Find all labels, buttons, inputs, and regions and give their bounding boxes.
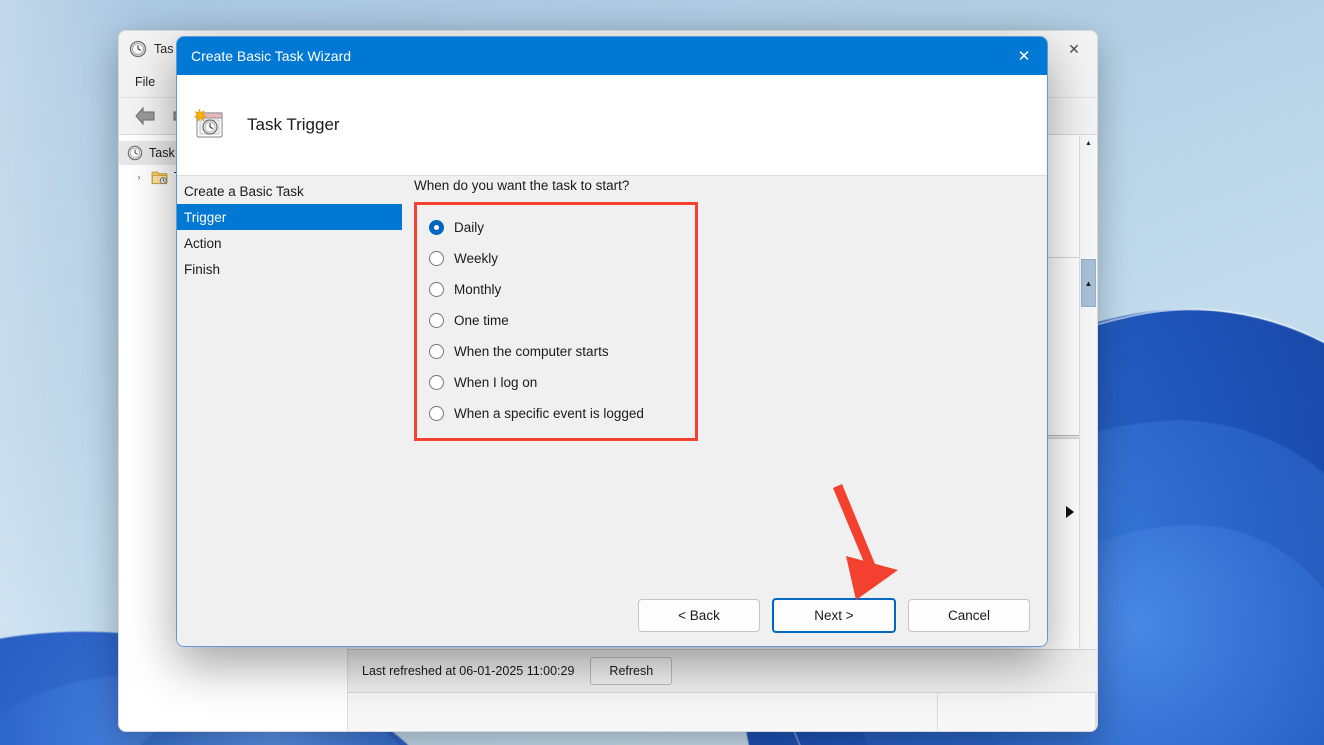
radio-label: When a specific event is logged <box>454 406 644 421</box>
wizard-step-create-a-basic-task[interactable]: Create a Basic Task <box>177 178 402 204</box>
wizard-page-title: Task Trigger <box>247 115 340 135</box>
radio-label: Daily <box>454 220 484 235</box>
last-refreshed-text: Last refreshed at 06-01-2025 11:00:29 <box>362 664 574 678</box>
cancel-button[interactable]: Cancel <box>908 599 1030 632</box>
radio-label: Weekly <box>454 251 498 266</box>
radio-label: When I log on <box>454 375 537 390</box>
scroll-up-button[interactable]: ▲ <box>1080 135 1097 152</box>
wizard-titlebar: Create Basic Task Wizard ✕ <box>177 37 1047 75</box>
chevron-right-icon[interactable]: › <box>133 172 145 182</box>
tree-item-root-label: Task <box>149 146 175 160</box>
trigger-options-group[interactable]: Daily Weekly Monthly One time When the c… <box>414 202 698 441</box>
back-button[interactable]: < Back <box>638 599 760 632</box>
wizard-main-pane: When do you want the task to start? Dail… <box>402 176 1047 584</box>
radio-label: When the computer starts <box>454 344 609 359</box>
refresh-button[interactable]: Refresh <box>590 657 672 685</box>
clock-icon <box>129 40 147 58</box>
radio-indicator[interactable] <box>429 251 444 266</box>
radio-indicator[interactable] <box>429 344 444 359</box>
radio-indicator[interactable] <box>429 220 444 235</box>
radio-option-daily[interactable]: Daily <box>417 212 695 243</box>
radio-indicator[interactable] <box>429 313 444 328</box>
wizard-title: Create Basic Task Wizard <box>177 48 351 64</box>
radio-indicator[interactable] <box>429 375 444 390</box>
close-icon[interactable]: ✕ <box>1051 31 1097 67</box>
wizard-step-label: Finish <box>184 262 220 277</box>
next-button[interactable]: Next > <box>772 598 896 633</box>
menu-item-file[interactable]: File <box>135 75 155 89</box>
radio-label: One time <box>454 313 509 328</box>
radio-indicator[interactable] <box>429 406 444 421</box>
clock-icon <box>127 145 143 161</box>
scrollbar-thumb[interactable]: ▲ <box>1081 259 1096 307</box>
create-basic-task-wizard-dialog[interactable]: Create Basic Task Wizard ✕ Task Trigger … <box>176 36 1048 647</box>
wizard-step-label: Action <box>184 236 222 251</box>
expand-panel-arrow-icon[interactable] <box>1061 490 1079 534</box>
wizard-step-list[interactable]: Create a Basic Task Trigger Action Finis… <box>177 176 402 584</box>
wizard-content: Create a Basic Task Trigger Action Finis… <box>177 176 1047 584</box>
wizard-step-action[interactable]: Action <box>177 230 402 256</box>
wizard-step-label: Create a Basic Task <box>184 184 304 199</box>
radio-option-when-the-computer-starts[interactable]: When the computer starts <box>417 336 695 367</box>
back-arrow-icon[interactable] <box>133 105 159 127</box>
radio-label: Monthly <box>454 282 501 297</box>
wizard-step-finish[interactable]: Finish <box>177 256 402 282</box>
radio-option-weekly[interactable]: Weekly <box>417 243 695 274</box>
task-wizard-icon <box>191 106 229 144</box>
bottom-pane-left <box>348 693 938 731</box>
radio-option-when-i-log-on[interactable]: When I log on <box>417 367 695 398</box>
radio-option-one-time[interactable]: One time <box>417 305 695 336</box>
radio-option-monthly[interactable]: Monthly <box>417 274 695 305</box>
radio-indicator[interactable] <box>429 282 444 297</box>
bottom-panel-strip <box>348 692 1097 731</box>
wizard-header: Task Trigger <box>177 75 1047 176</box>
bottom-pane-mid <box>938 693 1096 731</box>
task-scheduler-statusbar: Last refreshed at 06-01-2025 11:00:29 Re… <box>348 649 1097 692</box>
folder-clock-icon <box>151 170 168 185</box>
bottom-pane-right <box>1096 693 1097 731</box>
wizard-footer: < Back Next > Cancel <box>177 584 1047 646</box>
trigger-question-label: When do you want the task to start? <box>414 178 1047 193</box>
task-scheduler-title: Tas <box>154 42 173 56</box>
vertical-scrollbar[interactable]: ▲ ▲ <box>1079 135 1097 649</box>
wizard-step-trigger[interactable]: Trigger <box>177 204 402 230</box>
wizard-step-label: Trigger <box>184 210 226 225</box>
radio-option-when-a-specific-event-is-logged[interactable]: When a specific event is logged <box>417 398 695 429</box>
close-icon[interactable]: ✕ <box>1001 37 1047 75</box>
